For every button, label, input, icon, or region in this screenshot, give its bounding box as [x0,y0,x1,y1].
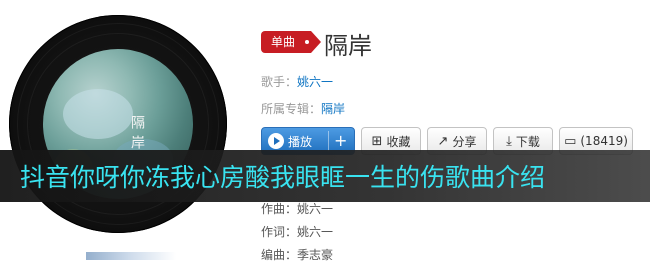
download-label: 下载 [515,134,540,149]
share-label: 分享 [452,134,477,149]
download-icon: ⤓ [506,133,512,149]
bottom-fragment [86,252,176,260]
composer-credit: 作曲：姚六一 [261,202,334,216]
singer-label: 歌手： [261,75,298,89]
singer-row: 歌手：姚六一 [261,73,333,90]
favorite-label: 收藏 [386,134,411,149]
song-title: 隔岸 [324,32,372,60]
add-to-playlist-button[interactable]: + [334,131,347,151]
lyricist-credit: 作词：姚六一 [261,225,334,239]
play-label: 播放 [288,134,313,149]
single-tag-label: 单曲 [271,35,296,49]
arranger-credit: 编曲：季志豪 [261,248,334,262]
title-banner: 抖音你呀你冻我心房酸我眼眶一生的伤歌曲介绍 [0,150,650,202]
singer-link[interactable]: 姚六一 [297,75,333,89]
album-row: 所属专辑：隔岸 [261,100,345,117]
album-label: 所属专辑： [261,102,322,116]
comment-count: (18419) [580,134,628,148]
play-icon [268,133,284,149]
single-tag: 单曲 [261,31,322,53]
album-link[interactable]: 隔岸 [321,102,345,116]
share-icon: ↗ [437,133,449,149]
folder-plus-icon: ⊞ [371,133,383,149]
album-art-title: 隔岸 [129,115,145,155]
banner-title: 抖音你呀你冻我心房酸我眼眶一生的伤歌曲介绍 [20,163,546,192]
comment-icon: ▭ [564,133,577,149]
